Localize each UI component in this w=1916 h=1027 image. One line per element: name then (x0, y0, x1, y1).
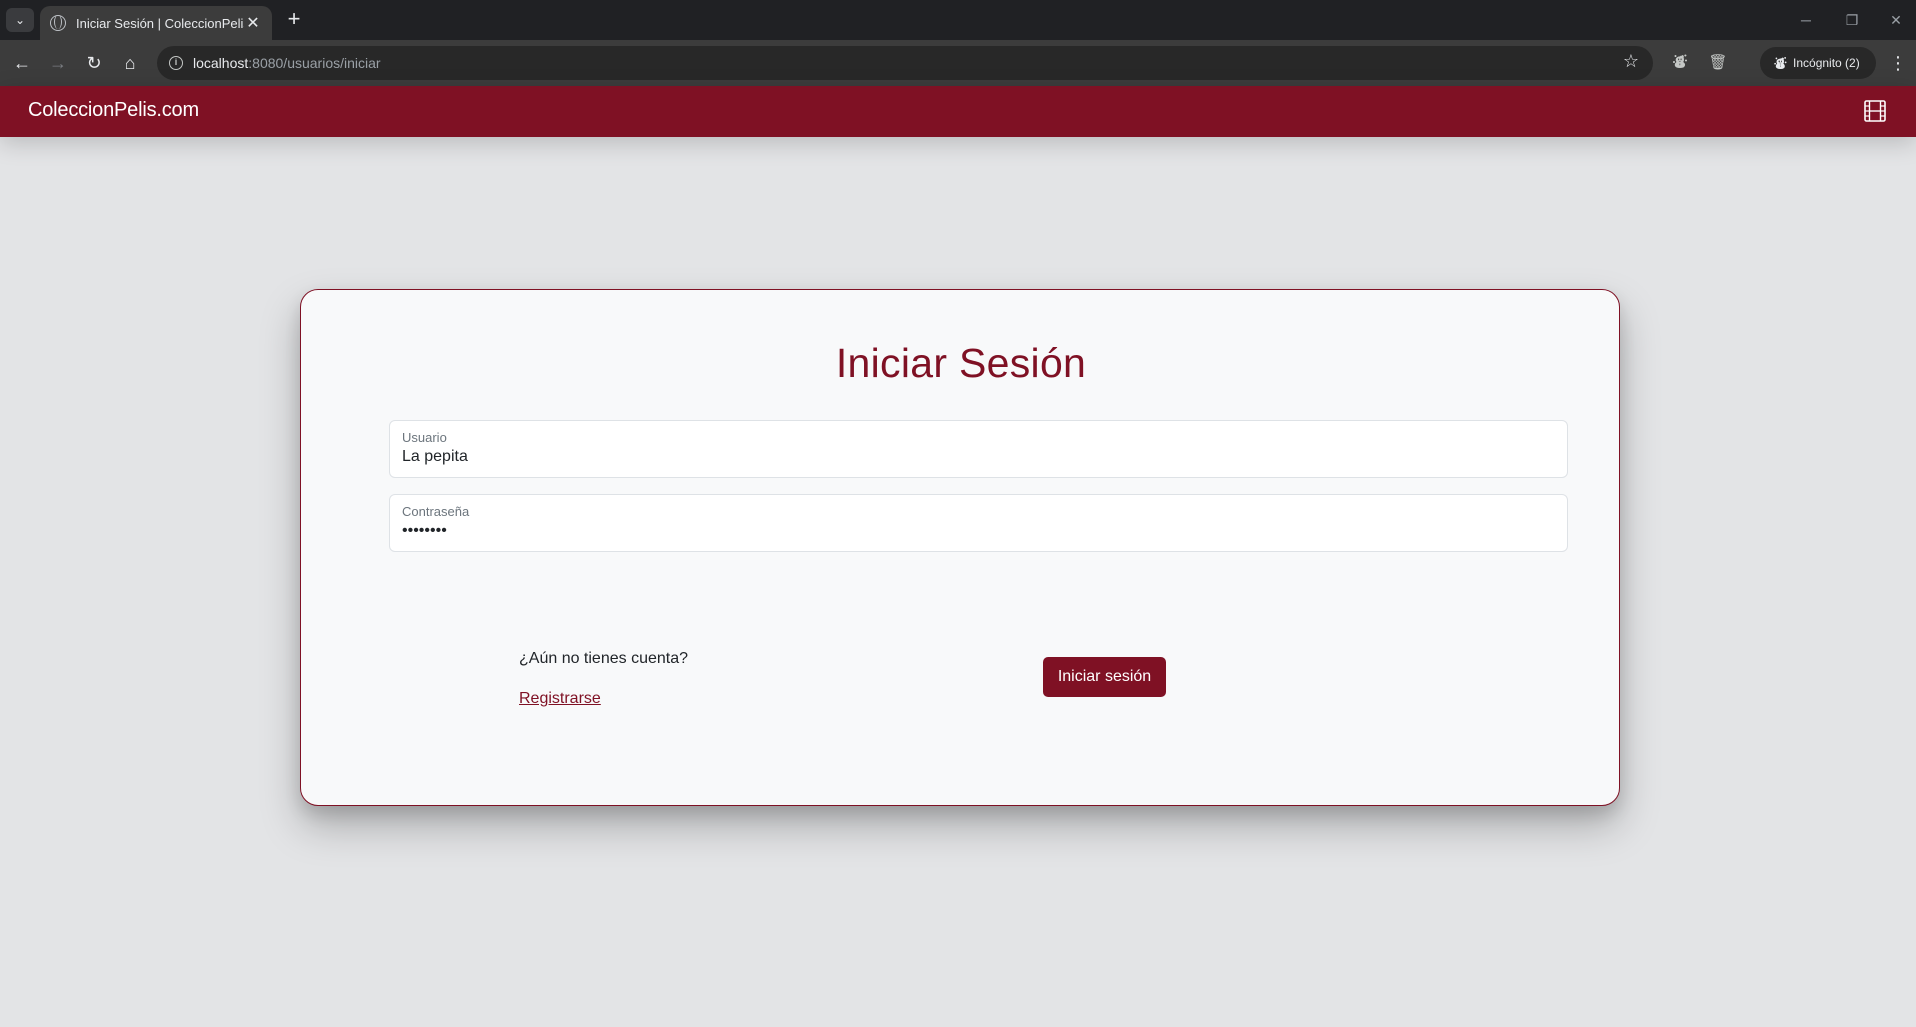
incognito-extension-icon[interactable]: ⛇ (1666, 49, 1694, 77)
minimize-icon[interactable]: ─ (1794, 8, 1818, 32)
password-field[interactable]: Contraseña (389, 494, 1568, 552)
bookmark-star-icon[interactable]: ☆ (1623, 51, 1639, 72)
incognito-label: Incógnito (2) (1793, 56, 1860, 70)
browser-toolbar: ← → ↻ ⌂ i localhost:8080/usuarios/inicia… (0, 40, 1916, 86)
no-account-text: ¿Aún no tienes cuenta? (519, 650, 689, 667)
browser-tab[interactable]: Iniciar Sesión | ColeccionPelis ✕ (40, 6, 272, 40)
username-label: Usuario (402, 430, 447, 445)
reload-icon[interactable]: ↻ (80, 49, 108, 77)
browser-tabstrip: ⌄ Iniciar Sesión | ColeccionPelis ✕ + ─ … (0, 0, 1916, 40)
username-input[interactable] (402, 448, 1552, 466)
register-link[interactable]: Registrarse (519, 690, 601, 708)
password-label: Contraseña (402, 504, 470, 519)
tab-search-chevron-icon[interactable]: ⌄ (6, 8, 34, 32)
login-card: Iniciar Sesión Usuario Contraseña ¿Aún n… (300, 289, 1620, 806)
page-viewport: ColeccionPelis.com Iniciar Sesión Usuari… (0, 86, 1916, 1027)
restore-icon[interactable]: ❐ (1840, 8, 1864, 32)
site-brand-link[interactable]: ColeccionPelis.com (28, 99, 199, 122)
film-icon[interactable] (1864, 100, 1886, 122)
site-navbar: ColeccionPelis.com (0, 86, 1916, 137)
username-field[interactable]: Usuario (389, 420, 1568, 478)
login-submit-button[interactable]: Iniciar sesión (1043, 657, 1166, 697)
new-tab-button[interactable]: + (282, 8, 306, 32)
incognito-icon: ⛇ (1774, 55, 1788, 71)
tab-close-icon[interactable]: ✕ (244, 13, 262, 33)
address-bar[interactable]: i localhost:8080/usuarios/iniciar ☆ (157, 46, 1653, 80)
home-icon[interactable]: ⌂ (116, 49, 144, 77)
back-arrow-icon[interactable]: ← (8, 49, 36, 77)
password-input[interactable] (402, 522, 1552, 540)
forward-arrow-icon[interactable]: → (44, 49, 72, 77)
globe-icon (50, 15, 66, 31)
tab-title: Iniciar Sesión | ColeccionPelis (76, 15, 244, 31)
url-text: localhost:8080/usuarios/iniciar (193, 55, 381, 71)
incognito-profile-button[interactable]: ⛇ Incógnito (2) (1760, 47, 1876, 79)
close-window-icon[interactable]: ✕ (1884, 8, 1908, 32)
trash-icon[interactable]: 🗑 (1704, 49, 1732, 77)
login-title: Iniciar Sesión (835, 340, 1087, 386)
site-info-icon[interactable]: i (169, 56, 183, 70)
browser-menu-icon[interactable]: ⋮ (1886, 49, 1910, 77)
